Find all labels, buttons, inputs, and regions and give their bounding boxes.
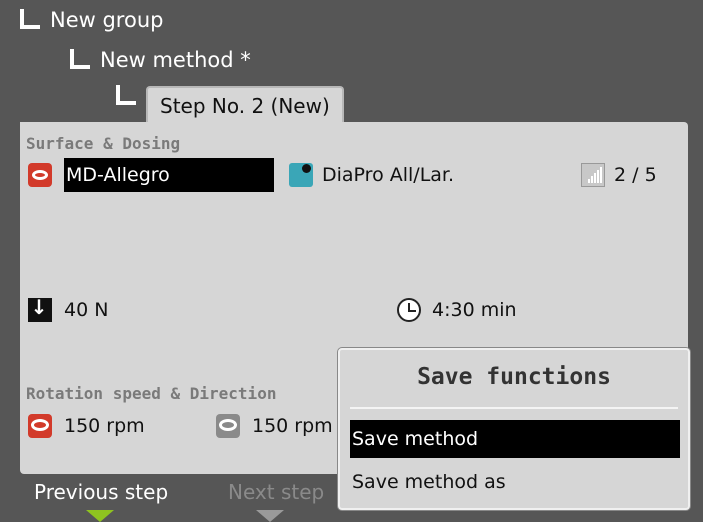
dosing-level-icon xyxy=(581,163,605,187)
tree-elbow-icon xyxy=(70,49,90,69)
clock-icon xyxy=(397,298,421,322)
dosing-level-value[interactable]: 2 / 5 xyxy=(614,164,657,186)
force-icon xyxy=(28,295,52,322)
holder-rotation-icon xyxy=(216,414,240,438)
tree-elbow-icon xyxy=(116,85,136,105)
disc-speed-value[interactable]: 150 rpm xyxy=(64,415,145,437)
disc-rotation-icon xyxy=(28,414,52,438)
screen: New group New method * Step No. 2 (New) … xyxy=(0,0,703,522)
surface-field[interactable]: MD-Allegro xyxy=(64,158,274,192)
force-value[interactable]: 40 N xyxy=(64,299,108,321)
previous-arrow-icon xyxy=(86,510,114,522)
next-step-button[interactable]: Next step xyxy=(228,480,324,504)
next-arrow-icon xyxy=(256,510,284,522)
save-functions-popup: Save functions Save method Save method a… xyxy=(338,348,690,510)
tree-group[interactable]: New group xyxy=(20,8,163,32)
tree-method[interactable]: New method * xyxy=(70,48,251,72)
popup-divider xyxy=(350,407,678,409)
dosing-value[interactable]: DiaPro All/Lar. xyxy=(322,164,454,186)
previous-step-button[interactable]: Previous step xyxy=(34,480,168,504)
time-value[interactable]: 4:30 min xyxy=(432,299,517,321)
rotation-title: Rotation speed & Direction xyxy=(26,384,277,403)
surface-dosing-title: Surface & Dosing xyxy=(26,134,181,153)
popup-title: Save functions xyxy=(417,364,611,390)
tree-method-label: New method * xyxy=(100,48,251,72)
dosing-icon xyxy=(289,163,313,187)
tree-elbow-icon xyxy=(20,9,40,29)
surface-icon xyxy=(28,163,52,187)
holder-speed-value[interactable]: 150 rpm xyxy=(252,415,333,437)
save-method-item[interactable]: Save method xyxy=(350,420,680,458)
save-method-as-item[interactable]: Save method as xyxy=(350,463,680,501)
tab-step-label: Step No. 2 (New) xyxy=(160,94,330,118)
tree-group-label: New group xyxy=(50,8,164,32)
tab-step[interactable]: Step No. 2 (New) xyxy=(146,86,344,124)
